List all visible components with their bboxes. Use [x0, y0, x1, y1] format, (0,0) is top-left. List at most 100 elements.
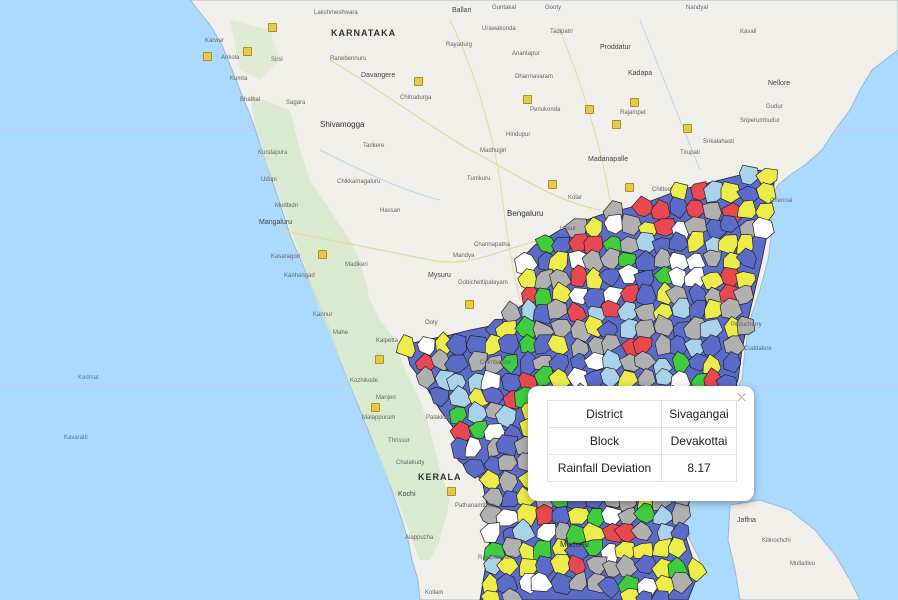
- map-label: Tarikere: [363, 143, 385, 149]
- map-label: Rajapalayam: [478, 555, 514, 561]
- map-label: Chikkamagaluru: [337, 179, 381, 185]
- map-label: Thrissur: [388, 438, 410, 444]
- info-popup: × District Sivagangai Block Devakottai R…: [528, 386, 754, 501]
- map-label: Ballari: [452, 7, 472, 14]
- map-label: Tirupati: [680, 150, 700, 156]
- map-label: Ooty: [425, 320, 438, 326]
- highway-shield-icon: [447, 487, 456, 496]
- map-label: Manjeri: [376, 395, 396, 401]
- highway-shield-icon: [268, 23, 277, 32]
- map-label: Kannur: [313, 312, 333, 318]
- map-label: Karwar: [205, 38, 225, 44]
- island-label: Kadmat: [78, 375, 99, 381]
- map-label: Coimbatore: [480, 360, 512, 366]
- info-value: Sivagangai: [661, 400, 737, 428]
- highway-shield-icon: [318, 250, 327, 259]
- map-label: Kadapa: [628, 70, 653, 77]
- highway-shield-icon: [630, 98, 639, 107]
- info-key: District: [547, 400, 662, 428]
- map-label: Chitradurga: [400, 95, 432, 101]
- info-key: Block: [547, 427, 662, 455]
- map-label: Alappuzha: [405, 535, 434, 541]
- map-label: Chittoor: [652, 187, 674, 193]
- map-label: Nellore: [768, 80, 791, 87]
- highway-shield-icon: [375, 355, 384, 364]
- close-icon[interactable]: ×: [735, 388, 748, 406]
- map-label: Madikeri: [345, 262, 368, 268]
- map-label: Udupi: [261, 177, 277, 183]
- highway-shield-icon: [414, 77, 423, 86]
- map-label: Tadipatri: [550, 29, 573, 35]
- map-label: Lakshmeshwara: [314, 10, 358, 16]
- highway-shield-icon: [523, 95, 532, 104]
- map-label: Kavali: [740, 29, 757, 35]
- highway-shield-icon: [203, 52, 212, 61]
- map-label: Rayadurg: [446, 42, 473, 48]
- highway-shield-icon: [585, 105, 594, 114]
- map-label: Mahe: [333, 330, 349, 336]
- map-label: Gobichettipalayam: [458, 280, 508, 286]
- state-label: KERALA: [418, 472, 462, 482]
- info-value: 8.17: [661, 454, 737, 482]
- map-label: Gudur: [766, 104, 783, 110]
- map-label: Kochi: [398, 491, 416, 498]
- map-label: Penukonda: [530, 107, 561, 113]
- map-label: Chalakudy: [396, 460, 425, 466]
- map-label: Nandyal: [686, 5, 709, 11]
- map-label: Mudbidri: [275, 203, 299, 209]
- info-value: Devakottai: [661, 427, 737, 455]
- highway-shield-icon: [612, 120, 621, 129]
- map-label: Kilinochchi: [762, 538, 791, 544]
- highway-shield-icon: [243, 47, 252, 56]
- map-label: Madurai: [560, 540, 589, 549]
- info-key: Rainfall Deviation: [547, 454, 662, 482]
- table-row: Rainfall Deviation 8.17: [547, 454, 737, 482]
- map-label: Ankola: [221, 55, 240, 61]
- map-label: Kanhangad: [284, 273, 315, 279]
- map-label: Puducherry: [731, 322, 762, 328]
- map-label: Mangaluru: [259, 219, 293, 226]
- map-label: Bhatkal: [240, 97, 261, 103]
- map-label: Urawakonda: [482, 26, 516, 32]
- highway-shield-icon: [625, 183, 634, 192]
- map-label: Chennai: [770, 198, 793, 204]
- map-label: Sagara: [286, 100, 306, 106]
- table-row: Block Devakottai: [547, 427, 737, 455]
- map-label: Malappuram: [362, 415, 396, 421]
- sri-lanka: [727, 499, 861, 600]
- map-label: Shivamogga: [320, 120, 365, 129]
- basemap: [0, 0, 898, 600]
- map-label: Kumta: [230, 76, 248, 82]
- map-label: Madanapalle: [588, 156, 629, 163]
- map-label: Channapatna: [474, 242, 511, 248]
- map-label: Bengaluru: [507, 209, 544, 218]
- highway-shield-icon: [548, 180, 557, 189]
- map-label: Gooty: [545, 5, 562, 11]
- map-label: Kasaragod: [271, 254, 301, 260]
- map-label: Madhugiri: [480, 148, 507, 154]
- map-label: Kozhikode: [350, 378, 379, 384]
- map-label: Sirsi: [271, 57, 283, 63]
- map-label: Davangere: [361, 72, 396, 79]
- map-label: Ranebennuru: [330, 56, 367, 62]
- map-label: Kolar: [568, 195, 583, 201]
- state-label: KARNATAKA: [331, 28, 397, 38]
- highway-shield-icon: [465, 300, 474, 309]
- map-canvas[interactable]: Lakshmeshwara Ballari Guntakal Urawakond…: [0, 0, 898, 600]
- map-label: Sriperumbudur: [740, 118, 780, 124]
- map-label: Mullaitivu: [790, 561, 816, 567]
- map-label: Kollam: [425, 590, 444, 596]
- map-label: Srikalahasti: [703, 139, 735, 145]
- map-label: Kundapura: [258, 150, 288, 156]
- island-label: Kavaratti: [64, 435, 88, 441]
- highway-shield-icon: [683, 124, 692, 133]
- map-label: Anantapur: [512, 51, 540, 57]
- map-label: Rajampet: [620, 110, 646, 116]
- highway-shield-icon: [371, 403, 380, 412]
- map-label: Kalpetta: [376, 338, 399, 344]
- map-label: Tumkuru: [467, 176, 491, 182]
- info-table: District Sivagangai Block Devakottai Rai…: [547, 400, 737, 482]
- map-label: Hassan: [380, 208, 401, 214]
- map-label: Proddatur: [600, 44, 631, 51]
- map-label: Cuddalore: [744, 346, 772, 352]
